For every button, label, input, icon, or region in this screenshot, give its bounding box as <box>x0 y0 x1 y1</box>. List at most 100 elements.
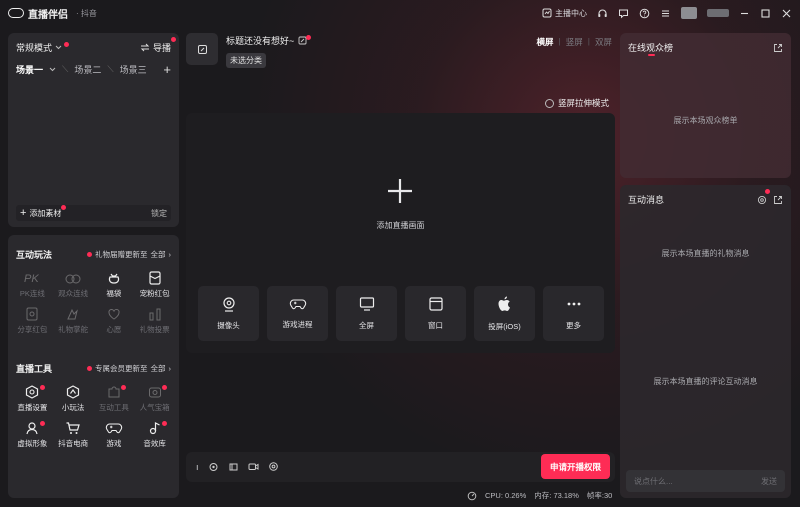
tool-live-settings[interactable]: 直播设置 <box>12 385 53 421</box>
cpu-usage: CPU: 0.26% <box>485 491 527 500</box>
tool-gift-helm[interactable]: 礼物掌舵 <box>53 307 94 343</box>
radio-button[interactable] <box>545 98 554 108</box>
lock-button[interactable]: 锁定 <box>151 208 167 219</box>
effects-icon[interactable] <box>228 461 239 472</box>
category-tag[interactable]: 未选分类 <box>226 53 266 68</box>
cover-edit-button[interactable] <box>186 33 218 65</box>
chat-panel: 互动消息 展示本场直播的礼物消息 展示本场直播的评论互动消息 说点什么... 发… <box>620 185 791 498</box>
bag-icon <box>108 273 119 284</box>
tool-gift-vote[interactable]: 礼物投票 <box>134 307 175 343</box>
interactive-note-text: 礼物届赠更新至 <box>95 249 148 259</box>
source-ios-cast[interactable]: 投屏(iOS) <box>474 286 535 341</box>
tab-scene-3[interactable]: 场景三 <box>120 63 147 76</box>
message-icon[interactable] <box>618 8 629 19</box>
comment-empty: 展示本场直播的评论互动消息 <box>653 377 758 386</box>
video-icon[interactable] <box>248 461 259 472</box>
speaker-icon[interactable] <box>208 461 219 472</box>
tab-scene-1[interactable]: 场景一 <box>16 63 43 76</box>
chevron-down-icon <box>55 45 62 50</box>
tool-label: 分享红包 <box>17 325 48 334</box>
orient-landscape[interactable]: 横屏 <box>537 36 554 48</box>
settings-icon[interactable] <box>757 195 767 205</box>
add-material-button[interactable]: + 添加素材 <box>20 205 67 219</box>
tool-wish[interactable]: 心愿 <box>94 307 135 343</box>
tool-share-packet[interactable]: 分享红包 <box>12 307 53 343</box>
source-label: 全屏 <box>359 321 374 330</box>
chat-input[interactable]: 说点什么... 发送 <box>626 470 785 492</box>
tool-popularity-box[interactable]: 人气宝箱 <box>134 385 175 421</box>
mode-selector[interactable]: 常规模式 <box>16 41 70 54</box>
monitor-icon <box>359 297 374 311</box>
close-icon[interactable] <box>781 8 792 19</box>
notification-dot <box>39 421 45 426</box>
add-material-label: 添加素材 <box>29 208 62 218</box>
tool-audience-link[interactable]: 观众连线 <box>53 271 94 307</box>
chevron-down-icon[interactable] <box>49 67 56 72</box>
red-packet-icon <box>149 271 161 285</box>
tool-game[interactable]: 游戏 <box>94 421 135 457</box>
user-name-blurred[interactable] <box>707 9 729 17</box>
window-icon <box>428 297 443 311</box>
tool-pk[interactable]: PK PK连线 <box>12 271 53 307</box>
popout-icon[interactable] <box>773 195 783 205</box>
music-note-icon <box>149 422 160 435</box>
tool-sound-library[interactable]: 音效库 <box>134 421 175 457</box>
minimize-icon[interactable] <box>739 8 750 19</box>
chat-input-placeholder: 说点什么... <box>634 476 673 486</box>
source-more[interactable]: 更多 <box>543 286 604 341</box>
settings-icon[interactable] <box>268 461 279 472</box>
live-tools-note-text: 专属会员更新至 <box>95 363 148 373</box>
orient-divider: | <box>558 36 561 46</box>
notification-dot <box>162 385 167 390</box>
stretch-mode-toggle[interactable]: 竖屏拉伸模式 <box>545 97 609 109</box>
source-label: 投屏(iOS) <box>488 322 521 331</box>
menu-icon[interactable] <box>660 8 671 19</box>
stream-title[interactable]: 标题还没有想好~ <box>226 34 312 47</box>
guide-button[interactable]: 导播 <box>140 37 176 54</box>
plus-icon: + <box>20 207 27 219</box>
headset-icon[interactable] <box>597 8 608 19</box>
notification-dot <box>61 205 67 210</box>
help-icon[interactable] <box>639 8 650 19</box>
tool-lucky-bag[interactable]: 福袋 <box>94 271 135 307</box>
gift-empty: 展示本场直播的礼物消息 <box>661 249 750 258</box>
notification-dot <box>765 188 770 194</box>
source-fullscreen[interactable]: 全屏 <box>336 286 397 341</box>
source-window[interactable]: 窗口 <box>405 286 466 341</box>
orient-portrait[interactable]: 竖屏 <box>566 36 583 48</box>
tool-ecommerce[interactable]: 抖音电商 <box>53 421 94 457</box>
anchor-center-icon <box>542 8 552 18</box>
preview-canvas[interactable]: 添加直播画面 摄像头 游戏进程 全屏 窗口 投屏(iOS) 更多 <box>186 113 615 353</box>
apply-live-permission-button[interactable]: 申请开播权限 <box>541 454 610 479</box>
status-bar: CPU: 0.26% 内存: 73.18% 帧率:30 <box>467 490 612 501</box>
orient-dual[interactable]: 双屏 <box>595 36 612 48</box>
performance-icon[interactable] <box>467 491 477 501</box>
anchor-center-button[interactable]: 主播中心 <box>542 8 587 19</box>
source-list: 摄像头 游戏进程 全屏 窗口 投屏(iOS) 更多 <box>198 286 604 341</box>
tool-label: 礼物掌舵 <box>58 325 89 334</box>
tool-interactive-tools[interactable]: 互动工具 <box>94 385 135 421</box>
send-button[interactable]: 发送 <box>761 476 777 487</box>
tab-scene-2[interactable]: 场景二 <box>74 63 101 76</box>
add-scene-icon[interactable]: + <box>163 62 171 77</box>
interactive-all: 全部 <box>150 249 166 259</box>
app-logo: 直播伴侣 · 抖音 <box>8 6 97 21</box>
user-avatar[interactable] <box>681 7 697 19</box>
interactive-note[interactable]: 礼物届赠更新至 全部 › <box>87 249 171 260</box>
maximize-icon[interactable] <box>760 8 771 19</box>
stream-title-block: 标题还没有想好~ 未选分类 横屏 | 竖屏 | 双屏 <box>186 31 616 71</box>
live-tools-note[interactable]: 专属会员更新至 全部 › <box>87 363 171 374</box>
tool-label: 音效库 <box>143 439 166 448</box>
source-game-process[interactable]: 游戏进程 <box>267 286 328 341</box>
source-camera[interactable]: 摄像头 <box>198 286 259 341</box>
add-icon[interactable] <box>386 177 414 205</box>
link-icon <box>65 274 81 284</box>
tool-mini-game[interactable]: 小玩法 <box>53 385 94 421</box>
tool-avatar[interactable]: 虚拟形象 <box>12 421 53 457</box>
popout-icon[interactable] <box>773 43 783 53</box>
tool-fan-packet[interactable]: 宠粉红包 <box>134 271 175 307</box>
orientation-switch: 横屏 | 竖屏 | 双屏 <box>537 36 612 48</box>
guide-label: 导播 <box>152 43 171 53</box>
mic-icon[interactable]: ı <box>196 462 199 472</box>
viewers-panel: 在线观众榜 展示本场观众榜单 <box>620 33 791 178</box>
